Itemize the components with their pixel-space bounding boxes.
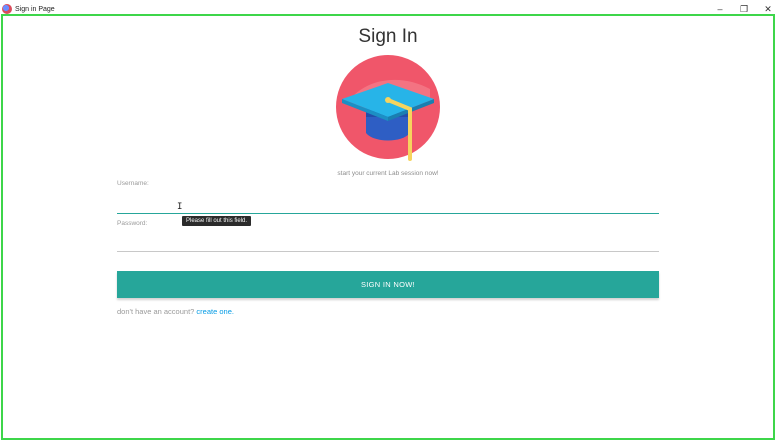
app-icon bbox=[2, 4, 12, 14]
password-label: Password: bbox=[117, 220, 148, 227]
username-label: Username: bbox=[117, 180, 149, 187]
graduation-cap-icon bbox=[336, 55, 440, 161]
sign-in-button[interactable]: SIGN IN NOW! bbox=[117, 271, 659, 298]
create-account-link[interactable]: create one. bbox=[196, 307, 234, 316]
signup-prompt-row: don't have an account? create one. bbox=[117, 307, 234, 316]
tagline: start your current Lab session now! bbox=[337, 170, 439, 177]
window-title: Sign in Page bbox=[15, 5, 55, 13]
page-title: Sign In bbox=[358, 26, 418, 47]
signup-prompt: don't have an account? bbox=[117, 307, 195, 316]
username-input[interactable] bbox=[117, 197, 659, 214]
validation-tooltip: Please fill out this field. bbox=[182, 216, 252, 226]
password-input[interactable] bbox=[117, 235, 659, 252]
text-cursor-icon: I bbox=[177, 202, 183, 212]
